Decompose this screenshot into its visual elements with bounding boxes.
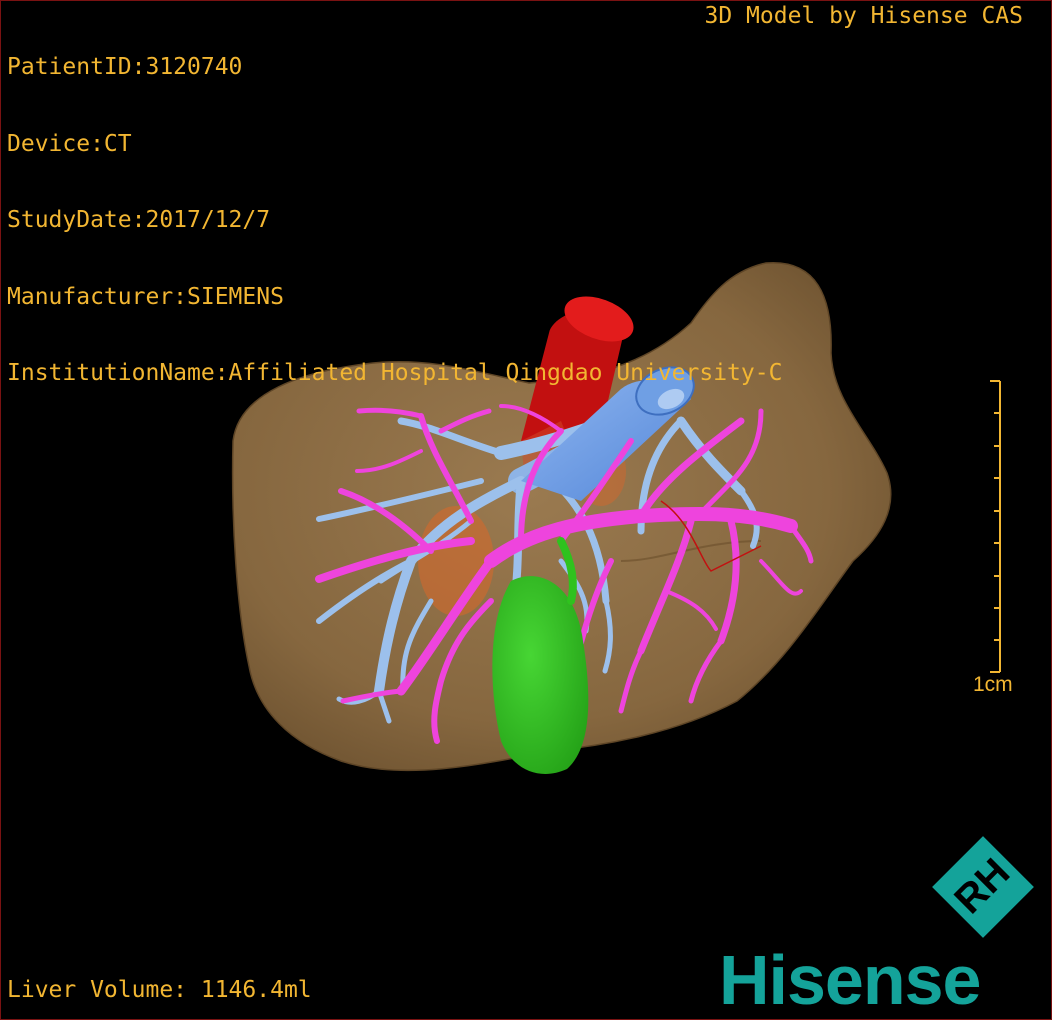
scale-bar <box>990 380 1001 673</box>
institution-name: InstitutionName:Affiliated Hospital Qing… <box>7 360 783 386</box>
model-credit: 3D Model by Hisense CAS <box>704 3 1024 29</box>
device: Device:CT <box>7 130 132 157</box>
manufacturer: Manufacturer:SIEMENS <box>7 283 284 310</box>
liver-volume: Liver Volume: 1146.4ml <box>7 977 312 1003</box>
study-date: StudyDate:2017/12/7 <box>7 207 271 233</box>
dicom-info: PatientID:3120740 Device:CT StudyDate:20… <box>7 4 782 438</box>
patient-id: PatientID:3120740 <box>7 54 243 80</box>
scale-label: 1cm <box>973 673 1013 696</box>
3d-viewport[interactable]: PatientID:3120740 Device:CT StudyDate:20… <box>0 0 1052 1020</box>
